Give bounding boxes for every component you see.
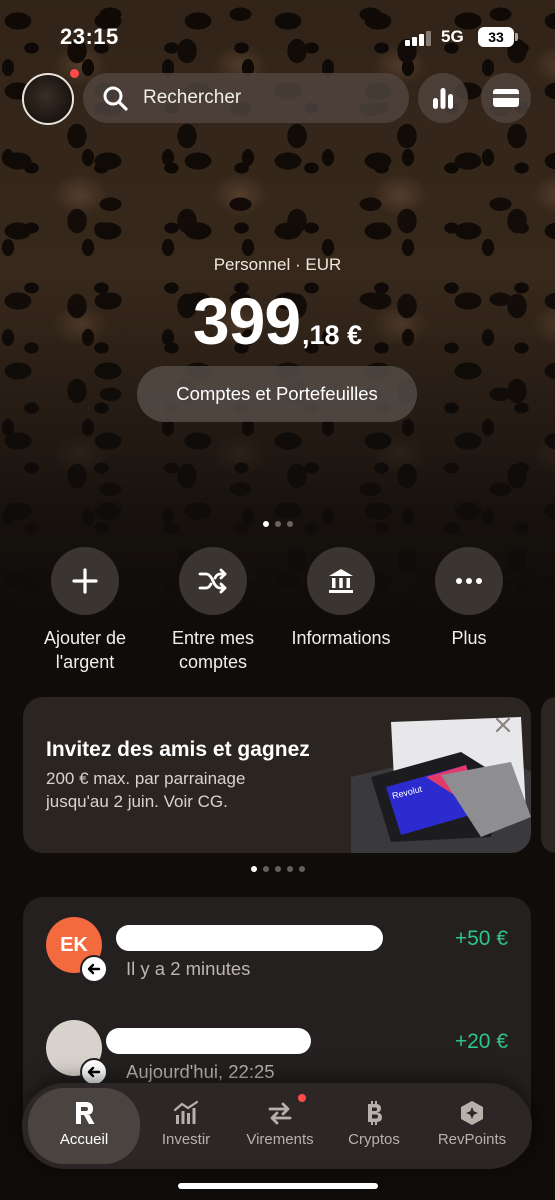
profile-avatar[interactable] xyxy=(22,73,74,125)
action-label: Plus xyxy=(451,628,487,648)
more-button[interactable] xyxy=(435,547,503,615)
promo-description: 200 € max. par parrainage jusqu'au 2 jui… xyxy=(46,767,336,813)
search-icon xyxy=(103,86,128,111)
network-type: 5G xyxy=(441,27,464,46)
promo-title: Invitez des amis et gagnez xyxy=(46,738,310,761)
bank-icon xyxy=(329,569,353,593)
redacted-name xyxy=(106,1028,311,1054)
add-money-action[interactable]: Ajouter de l'argent xyxy=(15,547,155,674)
close-icon[interactable] xyxy=(495,717,511,733)
promo-line: 200 € max. par parrainage xyxy=(46,769,246,788)
transaction-amount: +50 € xyxy=(454,927,508,950)
redacted-name xyxy=(116,925,383,951)
informations-button[interactable] xyxy=(307,547,375,615)
transaction-time: Aujourd'hui, 22:25 xyxy=(126,1061,275,1082)
account-label: Personnel · EUR xyxy=(213,255,342,274)
incoming-arrow-icon xyxy=(80,955,108,983)
card-icon xyxy=(493,89,519,107)
tab-investir[interactable]: Investir xyxy=(142,1083,230,1169)
accounts-wallets-button[interactable]: Comptes et Portefeuilles xyxy=(137,366,417,422)
bar-chart-icon xyxy=(433,88,453,109)
referral-promo-card[interactable]: Invitez des amis et gagnez 200 € max. pa… xyxy=(23,697,531,853)
top-bar: Rechercher xyxy=(0,69,555,126)
tab-accueil[interactable]: Accueil xyxy=(28,1088,140,1164)
search-placeholder: Rechercher xyxy=(143,87,242,108)
account-summary: Personnel · EUR 399 ,18 € xyxy=(0,255,555,359)
transaction-row[interactable]: EK Il y a 2 minutes +50 € xyxy=(23,917,531,1001)
tab-revpoints[interactable]: RevPoints xyxy=(418,1083,526,1169)
revpoints-icon xyxy=(461,1101,483,1125)
tab-label: Virements xyxy=(246,1131,314,1148)
informations-action[interactable]: Informations xyxy=(271,547,411,650)
more-action[interactable]: Plus xyxy=(399,547,539,650)
chart-bars-icon xyxy=(173,1100,199,1124)
status-time: 23:15 xyxy=(60,24,119,49)
promo-page-indicator xyxy=(0,866,555,872)
shuffle-icon xyxy=(198,568,227,594)
balance: 399 ,18 € xyxy=(0,283,555,359)
revolut-r-icon xyxy=(76,1102,95,1124)
tab-label: RevPoints xyxy=(437,1131,507,1148)
tab-label: Accueil xyxy=(59,1131,109,1148)
add-money-button[interactable] xyxy=(51,547,119,615)
tab-cryptos[interactable]: Cryptos xyxy=(330,1083,418,1169)
more-icon xyxy=(456,578,482,584)
incoming-arrow-icon xyxy=(80,1058,108,1086)
action-label: l'argent xyxy=(55,652,115,672)
tab-label: Cryptos xyxy=(348,1131,400,1148)
search-bar[interactable]: Rechercher xyxy=(83,73,409,123)
bottom-tab-bar: Accueil Investir Virements Cryptos RevPo… xyxy=(22,1083,532,1169)
tab-label: Investir xyxy=(161,1131,211,1148)
revolut-card-illustration: Revolut xyxy=(351,717,531,853)
tab-virements[interactable]: Virements xyxy=(230,1083,330,1169)
between-accounts-button[interactable] xyxy=(179,547,247,615)
between-accounts-action[interactable]: Entre mes comptes xyxy=(143,547,283,674)
analytics-button[interactable] xyxy=(418,73,468,123)
next-promo-card[interactable] xyxy=(541,697,555,853)
notification-dot xyxy=(70,69,79,78)
quick-actions: Ajouter de l'argent Entre mes comptes Info… xyxy=(0,547,555,687)
action-label: comptes xyxy=(178,652,248,672)
promo-line: jusqu'au 2 juin. Voir CG. xyxy=(46,792,228,811)
action-label: Informations xyxy=(291,628,391,648)
status-bar: 23:15 5G 33 xyxy=(0,22,555,54)
battery-icon: 33 xyxy=(478,27,518,47)
transfer-arrows-icon xyxy=(268,1102,292,1125)
plus-icon xyxy=(72,568,98,594)
action-label: Entre mes xyxy=(171,628,255,648)
home-indicator xyxy=(178,1183,378,1189)
account-page-indicator xyxy=(0,521,555,527)
cards-button[interactable] xyxy=(481,73,531,123)
balance-decimal: ,18 € xyxy=(302,320,363,350)
transaction-time: Il y a 2 minutes xyxy=(126,958,251,979)
action-label: Ajouter de xyxy=(43,628,127,648)
bitcoin-icon xyxy=(368,1101,382,1125)
transaction-amount: +20 € xyxy=(454,1030,508,1053)
notification-dot xyxy=(298,1094,306,1102)
signal-icon xyxy=(405,30,433,46)
balance-integer: 399 xyxy=(192,284,301,358)
